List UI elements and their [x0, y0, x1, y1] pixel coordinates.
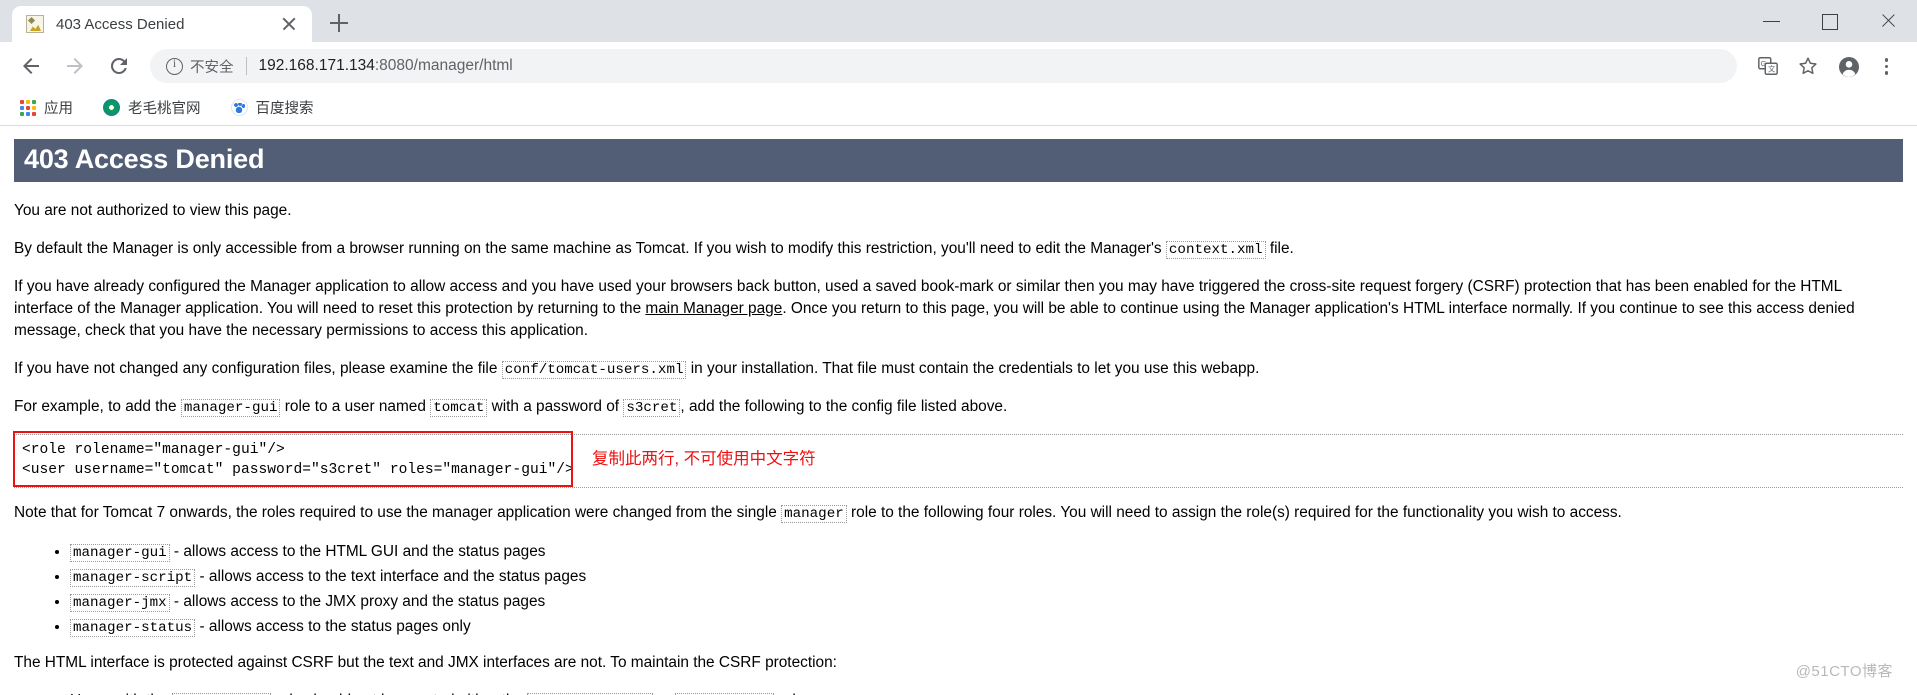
browser-window: 403 Access Denied 不安全 192.168.171.134:80…	[0, 0, 1917, 695]
tab-title: 403 Access Denied	[56, 15, 185, 33]
code-tomcat-users-xml: conf/tomcat-users.xml	[501, 360, 687, 379]
role-description: - allows access to the status pages only	[195, 618, 471, 636]
url-host: 192.168.171.134	[258, 57, 375, 74]
code-role-name: manager-script	[70, 568, 196, 587]
text: , add the following to the config file l…	[680, 397, 1008, 415]
bookmark-item-laomaotao[interactable]: 老毛桃官网	[99, 95, 205, 121]
bookmark-label: 百度搜索	[255, 101, 314, 117]
paragraph-csrf: If you have already configured the Manag…	[14, 276, 1903, 342]
tomcat-favicon-icon	[26, 15, 44, 33]
code-tomcat-user: tomcat	[430, 398, 488, 417]
url-text: 192.168.171.134:8080/manager/html	[259, 57, 513, 75]
watermark: @51CTO博客	[1795, 663, 1893, 681]
three-dot-menu-icon[interactable]	[1867, 47, 1905, 85]
list-item: manager-jmx - allows access to the JMX p…	[70, 591, 1903, 613]
svg-text:文: 文	[1768, 65, 1776, 74]
text: Note that for Tomcat 7 onwards, the role…	[14, 504, 782, 522]
address-bar[interactable]: 不安全 192.168.171.134:8080/manager/html	[150, 49, 1737, 83]
paragraph-unauthorized: You are not authorized to view this page…	[14, 200, 1903, 222]
main-manager-page-link[interactable]: main Manager page	[645, 300, 782, 317]
paragraph-csrf-protection: The HTML interface is protected against …	[14, 652, 1903, 674]
text: If you have not changed any configuratio…	[14, 359, 502, 377]
red-annotation-text: 复制此两行, 不可使用中文字符	[592, 450, 816, 469]
bookmark-label: 老毛桃官网	[128, 101, 201, 117]
role-description: - allows access to the HTML GUI and the …	[169, 542, 546, 560]
avatar-icon[interactable]	[1829, 47, 1867, 85]
back-arrow-icon[interactable]	[12, 47, 50, 85]
text: in your installation. That file must con…	[686, 359, 1260, 377]
page-content: 403 Access Denied You are not authorized…	[0, 127, 1917, 695]
browser-titlebar: 403 Access Denied	[0, 0, 1917, 42]
list-item: manager-status - allows access to the st…	[70, 616, 1903, 638]
forward-arrow-icon[interactable]	[56, 47, 94, 85]
site-info-icon[interactable]	[166, 56, 183, 75]
window-controls	[1743, 0, 1917, 42]
code-block-wrapper: <role rolename="manager-gui"/> <user use…	[13, 431, 1903, 489]
paragraph-example: For example, to add the manager-gui role…	[14, 396, 1903, 418]
text: role to a user named	[280, 397, 431, 415]
text: For example, to add the	[14, 397, 181, 415]
paragraph-tomcat7-roles: Note that for Tomcat 7 onwards, the role…	[14, 502, 1903, 524]
browser-tab[interactable]: 403 Access Denied	[12, 6, 312, 42]
url-path: :8080/manager/html	[374, 57, 513, 74]
page-title: 403 Access Denied	[14, 139, 1903, 183]
tab-close-icon[interactable]	[276, 11, 302, 37]
code-manager-gui: manager-gui	[180, 398, 281, 417]
xml-config-code: <role rolename="manager-gui"/> <user use…	[14, 434, 1903, 489]
code-context-xml: context.xml	[1165, 240, 1266, 259]
bookmarks-bar: 应用 老毛桃官网 百度搜索	[0, 90, 1917, 126]
bookmark-label: 应用	[44, 101, 73, 117]
text: The HTML interface is protected against …	[14, 654, 837, 672]
maximize-window-button[interactable]	[1801, 0, 1859, 42]
roles-list: manager-gui - allows access to the HTML …	[14, 541, 1903, 639]
minimize-window-button[interactable]	[1743, 0, 1801, 42]
code-manager-role: manager	[781, 505, 847, 524]
translate-icon[interactable]: G 文	[1749, 47, 1787, 85]
bookmark-item-baidu[interactable]: 百度搜索	[227, 95, 318, 121]
paragraph-tomcat-users: If you have not changed any configuratio…	[14, 358, 1903, 380]
text: with a password of	[487, 397, 624, 415]
code-role-name: manager-gui	[70, 543, 170, 562]
role-description: - allows access to the JMX proxy and the…	[169, 592, 546, 610]
reload-icon[interactable]	[100, 47, 138, 85]
text: By default the Manager is only accessibl…	[14, 239, 1166, 257]
csrf-list: Users with the manager-gui role should n…	[14, 690, 1903, 695]
text: You are not authorized to view this page…	[14, 202, 292, 220]
browser-toolbar: 不安全 192.168.171.134:8080/manager/html G …	[0, 42, 1917, 90]
text: file.	[1265, 239, 1294, 257]
new-tab-button[interactable]	[322, 6, 356, 40]
list-item: manager-script - allows access to the te…	[70, 566, 1903, 588]
list-item: Users with the manager-gui role should n…	[70, 690, 1903, 695]
text: role to the following four roles. You wi…	[846, 504, 1622, 522]
laomaotao-favicon-icon	[103, 99, 120, 116]
security-status-label: 不安全	[190, 59, 234, 76]
code-role-name: manager-status	[70, 619, 196, 638]
omnibox-divider	[245, 57, 247, 75]
apps-grid-icon	[20, 99, 36, 116]
bookmark-item-apps[interactable]: 应用	[16, 95, 77, 121]
baidu-favicon-icon	[230, 99, 248, 116]
star-icon[interactable]	[1789, 47, 1827, 85]
list-item: manager-gui - allows access to the HTML …	[70, 541, 1903, 563]
code-s3cret: s3cret	[623, 398, 681, 417]
code-role-name: manager-jmx	[70, 593, 170, 612]
paragraph-default-access: By default the Manager is only accessibl…	[14, 238, 1903, 260]
close-window-button[interactable]	[1859, 0, 1917, 42]
role-description: - allows access to the text interface an…	[195, 567, 587, 585]
